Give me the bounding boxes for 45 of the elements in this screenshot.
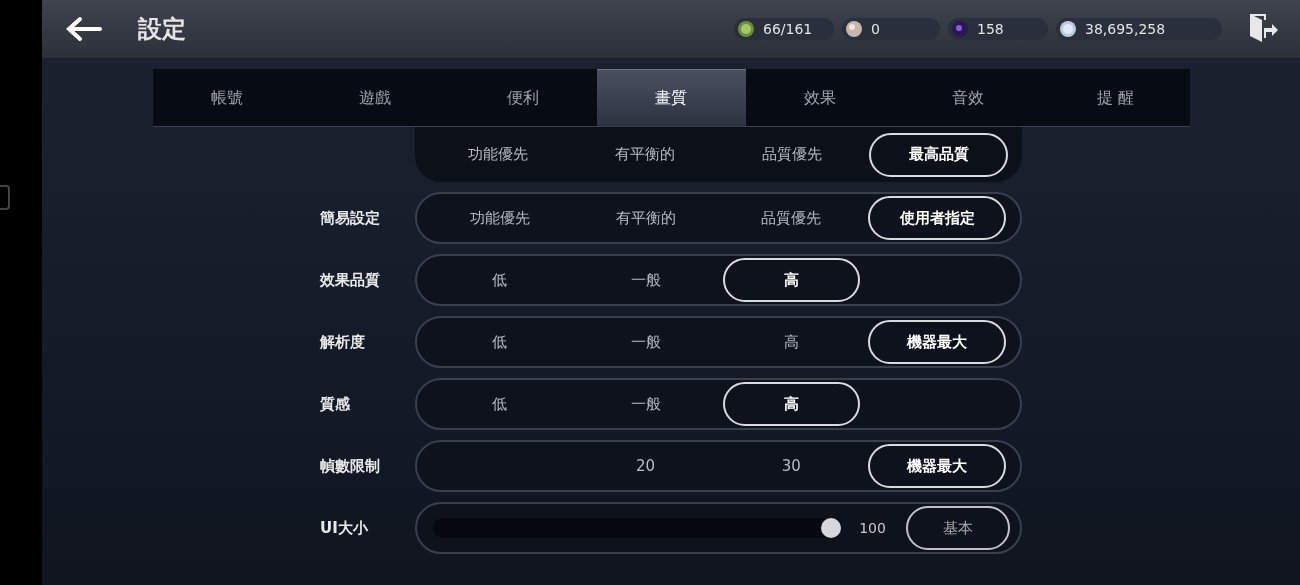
option-button[interactable]: 高 bbox=[722, 382, 861, 426]
back-icon[interactable] bbox=[66, 16, 102, 42]
option-button[interactable]: 功能優先 bbox=[429, 132, 568, 177]
setting-label: 效果品質 bbox=[320, 269, 381, 291]
setting-label: 幀數限制 bbox=[320, 455, 381, 477]
option-button[interactable]: 有平衡的 bbox=[576, 196, 715, 240]
slider-value: 100 bbox=[858, 518, 887, 538]
settings-tab[interactable]: 提 醒 bbox=[1041, 69, 1190, 127]
currency-value: 158 bbox=[977, 19, 1004, 39]
option-button[interactable]: 20 bbox=[576, 444, 715, 488]
option-button[interactable]: 品質優先 bbox=[722, 196, 861, 240]
currency-value: 38,695,258 bbox=[1085, 19, 1166, 39]
option-button[interactable]: 低 bbox=[431, 382, 569, 426]
energy-icon bbox=[737, 20, 755, 38]
setting-label: UI大小 bbox=[320, 517, 369, 539]
option-button[interactable]: 品質優先 bbox=[722, 132, 862, 177]
option-button[interactable]: 高 bbox=[722, 258, 861, 302]
option-button[interactable]: 功能優先 bbox=[431, 196, 569, 240]
option-button[interactable]: 一般 bbox=[576, 320, 715, 364]
option-button[interactable]: 低 bbox=[431, 320, 569, 364]
option-button[interactable]: 一般 bbox=[576, 258, 715, 302]
orb-icon bbox=[951, 20, 969, 38]
setting-label: 簡易設定 bbox=[320, 207, 381, 229]
option-button[interactable]: 最高品質 bbox=[869, 132, 1008, 177]
edge-marker bbox=[0, 185, 10, 210]
option-button[interactable]: 使用者指定 bbox=[868, 196, 1006, 240]
option-button[interactable]: 機器最大 bbox=[868, 320, 1006, 364]
settings-tab[interactable]: 畫質 bbox=[597, 69, 746, 127]
setting-label: 質感 bbox=[320, 393, 351, 415]
option-button[interactable]: 30 bbox=[722, 444, 861, 488]
option-button[interactable]: 機器最大 bbox=[868, 444, 1006, 488]
option-button[interactable]: 高 bbox=[722, 320, 861, 364]
option-button[interactable]: 一般 bbox=[576, 382, 715, 426]
pearl-icon bbox=[845, 20, 863, 38]
option-button[interactable]: 低 bbox=[431, 258, 569, 302]
setting-label: 解析度 bbox=[320, 331, 366, 353]
currency-value: 0 bbox=[871, 19, 880, 39]
slider-thumb[interactable] bbox=[820, 518, 841, 538]
currency-value: 66/161 bbox=[763, 19, 813, 39]
page-title: 設定 bbox=[138, 14, 186, 45]
reset-button[interactable]: 基本 bbox=[906, 506, 1010, 550]
option-button[interactable]: 有平衡的 bbox=[575, 132, 715, 177]
settings-tab[interactable]: 帳號 bbox=[153, 69, 302, 127]
slider-track[interactable] bbox=[433, 518, 839, 538]
coin-icon bbox=[1059, 20, 1077, 38]
